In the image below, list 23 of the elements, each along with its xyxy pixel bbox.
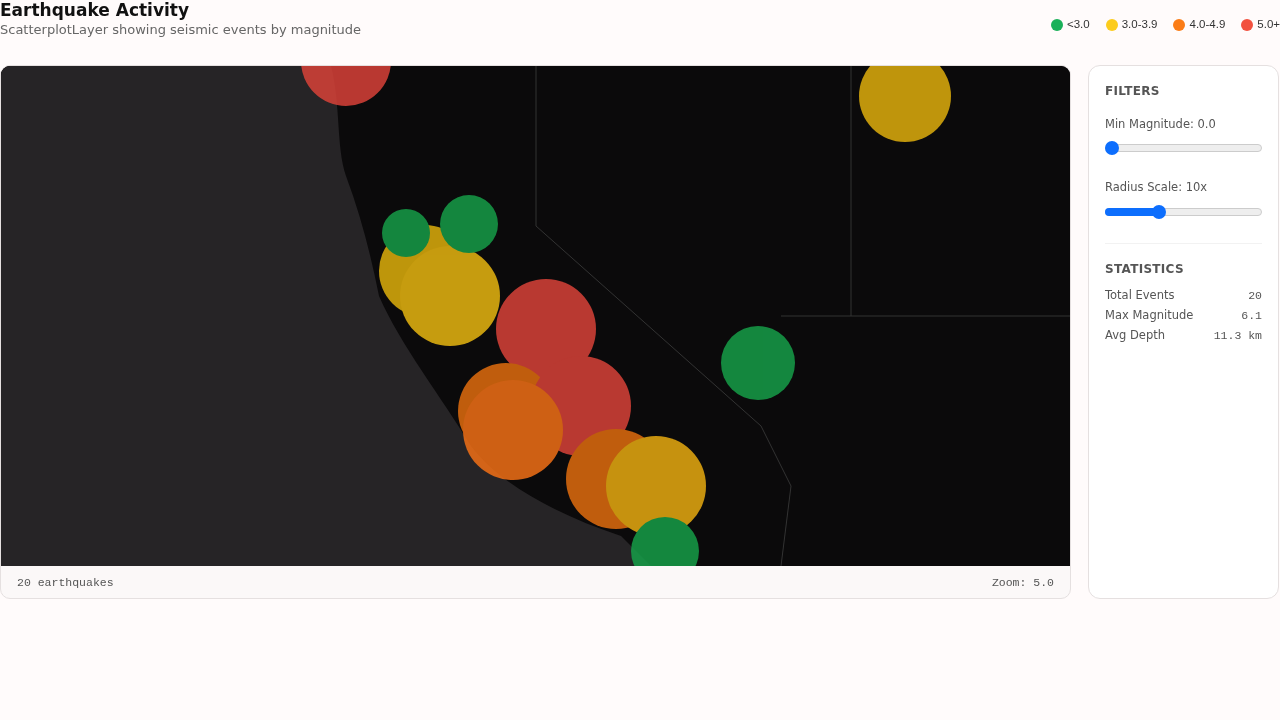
stat-label: Max Magnitude (1105, 306, 1194, 324)
earthquake-count: 20 earthquakes (17, 574, 114, 591)
stat-label: Avg Depth (1105, 326, 1165, 344)
stat-value: 6.1 (1241, 307, 1262, 324)
statistics-heading: STATISTICS (1105, 260, 1185, 278)
slider[interactable] (1105, 141, 1262, 156)
stat-value: 20 (1248, 287, 1262, 304)
slider-thumb[interactable] (1105, 141, 1119, 156)
legend-label: 3.0-3.9 (1121, 17, 1158, 32)
filters-heading: FILTERS (1105, 83, 1161, 100)
stat-value: 11.3 km (1213, 327, 1262, 344)
page-subtitle: ScatterplotLayer showing seismic events by magnitude (0, 21, 362, 40)
zoom-level: Zoom: 5.0 (991, 574, 1054, 591)
page-title: Earthquake Activity (0, 0, 191, 21)
slider-thumb[interactable] (1152, 204, 1167, 219)
slider[interactable] (1105, 204, 1262, 219)
legend-label: 4.0-4.9 (1189, 17, 1226, 32)
legend-label: <3.0 (1066, 17, 1090, 32)
slider-label: Radius Scale: 10x (1105, 179, 1209, 197)
slider-label: Min Magnitude: 0.0 (1105, 116, 1217, 133)
stat-label: Total Events (1105, 286, 1175, 304)
earthquake-map-drawing[interactable] (1, 66, 1070, 566)
legend-label: 5.0+ (1257, 17, 1280, 32)
